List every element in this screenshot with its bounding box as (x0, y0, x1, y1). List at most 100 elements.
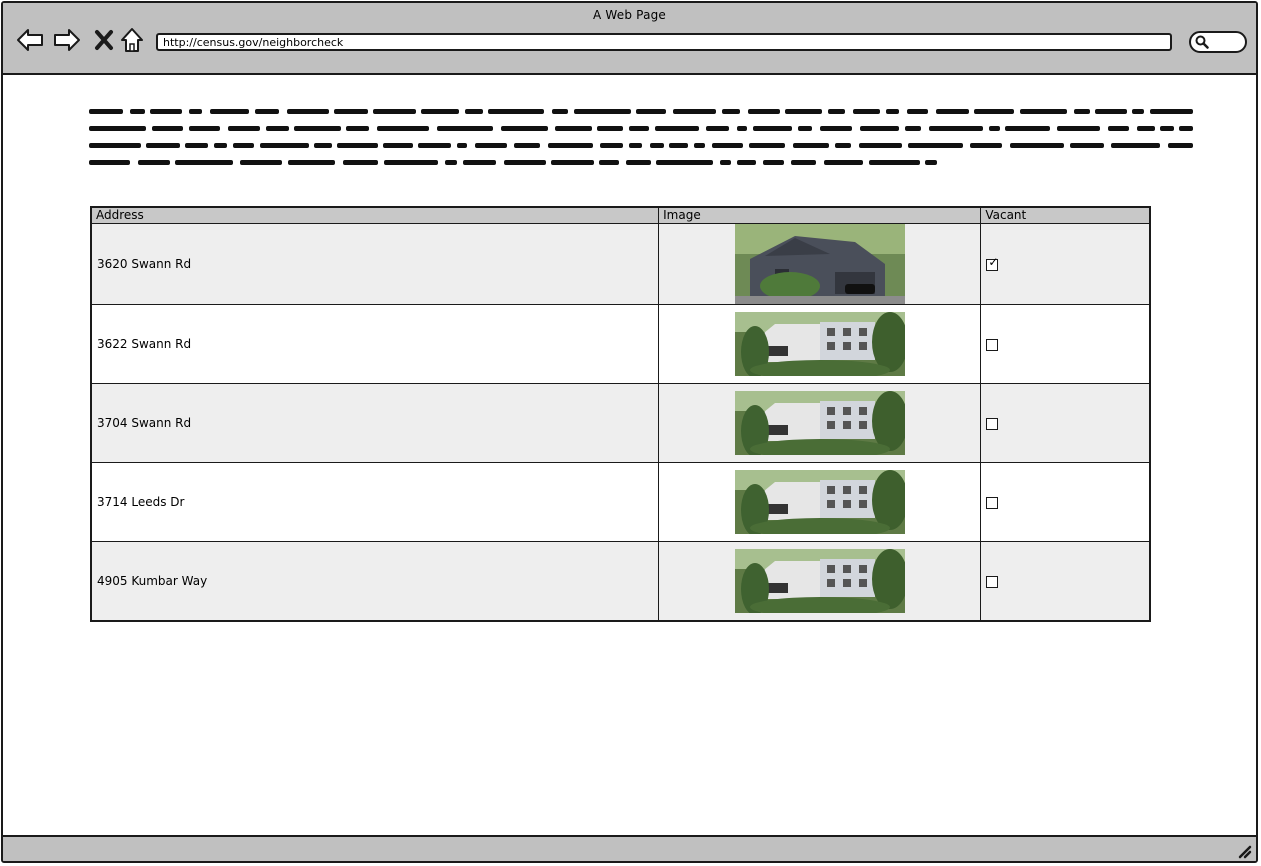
resize-grip-icon[interactable] (1236, 843, 1252, 859)
address-cell: 3704 Swann Rd (90, 383, 660, 463)
scribble-word (343, 160, 378, 165)
scribble-word (1074, 109, 1090, 114)
search-box[interactable] (1189, 31, 1247, 53)
scribble-word (418, 143, 451, 148)
scribble-word (1168, 143, 1193, 148)
scribble-word (1070, 143, 1104, 148)
vacant-cell (980, 304, 1151, 384)
scribble-word (287, 109, 329, 114)
scribble-word (475, 143, 507, 148)
scribble-word (138, 160, 170, 165)
scribble-word (748, 109, 780, 114)
scribble-word (373, 109, 416, 114)
image-cell (658, 383, 982, 463)
scribble-word (240, 160, 282, 165)
scribble-word (437, 126, 493, 131)
back-arrow-icon[interactable] (15, 25, 45, 55)
scribble-word (1137, 126, 1155, 131)
vacant-cell: ✓ (980, 223, 1151, 305)
scribble-word (1160, 126, 1174, 131)
page-content: Address Image Vacant 3620 Swann Rd ✓ 3622 … (3, 75, 1256, 835)
scribble-word (504, 160, 546, 165)
image-cell (658, 462, 982, 542)
scribble-word (514, 143, 540, 148)
house-photo (734, 549, 905, 613)
close-icon[interactable] (89, 25, 119, 55)
table-row: 3714 Leeds Dr (90, 462, 1151, 542)
scribble-word (712, 143, 743, 148)
scribble-word (210, 109, 249, 114)
scribble-word (763, 160, 784, 165)
scribble-word (749, 143, 785, 148)
scribble-word (346, 126, 369, 131)
house-photo (734, 224, 905, 304)
scribble-word (337, 143, 378, 148)
header-address: Address (90, 206, 660, 224)
vacant-checkbox[interactable] (986, 575, 999, 588)
scribble-word (185, 143, 208, 148)
scribble-word (152, 126, 183, 131)
address-cell: 3622 Swann Rd (90, 304, 660, 384)
scribble-word (791, 160, 816, 165)
scribble-word (828, 109, 845, 114)
scribble-word (551, 160, 594, 165)
scribble-word (1057, 126, 1100, 131)
scribble-word (555, 126, 592, 131)
scribble-word (1132, 109, 1144, 114)
scribble-word (334, 109, 368, 114)
scribble-word (886, 109, 899, 114)
scribble-word (753, 126, 792, 131)
scribble-word (314, 143, 332, 148)
scribble-word (89, 160, 130, 165)
scribble-word (574, 109, 631, 114)
scribble-word (463, 160, 496, 165)
address-bar[interactable]: http://census.gov/neighborcheck (156, 33, 1172, 51)
vacant-checkbox[interactable] (986, 417, 999, 430)
scribble-word (1005, 126, 1050, 131)
image-cell (658, 223, 982, 305)
scribble-word (785, 109, 822, 114)
scribble-word (925, 160, 937, 165)
table-row: 3620 Swann Rd ✓ (90, 223, 1151, 305)
home-icon[interactable] (117, 25, 147, 55)
scribble-word (936, 109, 969, 114)
scribble-word (636, 109, 666, 114)
scribble-word (175, 160, 233, 165)
scribble-word (384, 160, 438, 165)
scribble-word (228, 126, 260, 131)
scribble-word (552, 109, 568, 114)
scribble-word (233, 143, 254, 148)
scribble-word (656, 160, 713, 165)
scribble-word (798, 126, 812, 131)
scribble-word (737, 126, 747, 131)
scribble-word (600, 143, 623, 148)
house-photo (734, 391, 905, 455)
scribble-word (673, 109, 716, 114)
scribble-word (288, 160, 335, 165)
scribble-word (548, 143, 593, 148)
header-image: Image (658, 206, 982, 224)
scribble-word (150, 109, 182, 114)
forward-arrow-icon[interactable] (52, 25, 82, 55)
vacant-cell (980, 541, 1151, 622)
window-title: A Web Page (592, 8, 667, 22)
scribble-word (146, 143, 180, 148)
search-icon (1195, 35, 1209, 49)
table-header-row: Address Image Vacant (90, 206, 1151, 224)
scribble-word (465, 109, 483, 114)
scribble-word (824, 160, 863, 165)
scribble-word (599, 160, 619, 165)
checkmark-icon: ✓ (988, 254, 999, 269)
scribble-word (89, 143, 141, 148)
vacant-checkbox[interactable]: ✓ (986, 254, 999, 271)
image-cell (658, 304, 982, 384)
scribble-word (629, 143, 642, 148)
vacant-checkbox[interactable] (986, 338, 999, 351)
vacant-checkbox[interactable] (986, 496, 999, 509)
scribble-word (989, 126, 1000, 131)
scribble-word (860, 126, 899, 131)
scribble-word (793, 143, 829, 148)
scribble-word (655, 126, 699, 131)
scribble-word (1108, 126, 1129, 131)
scribble-word (457, 143, 467, 148)
